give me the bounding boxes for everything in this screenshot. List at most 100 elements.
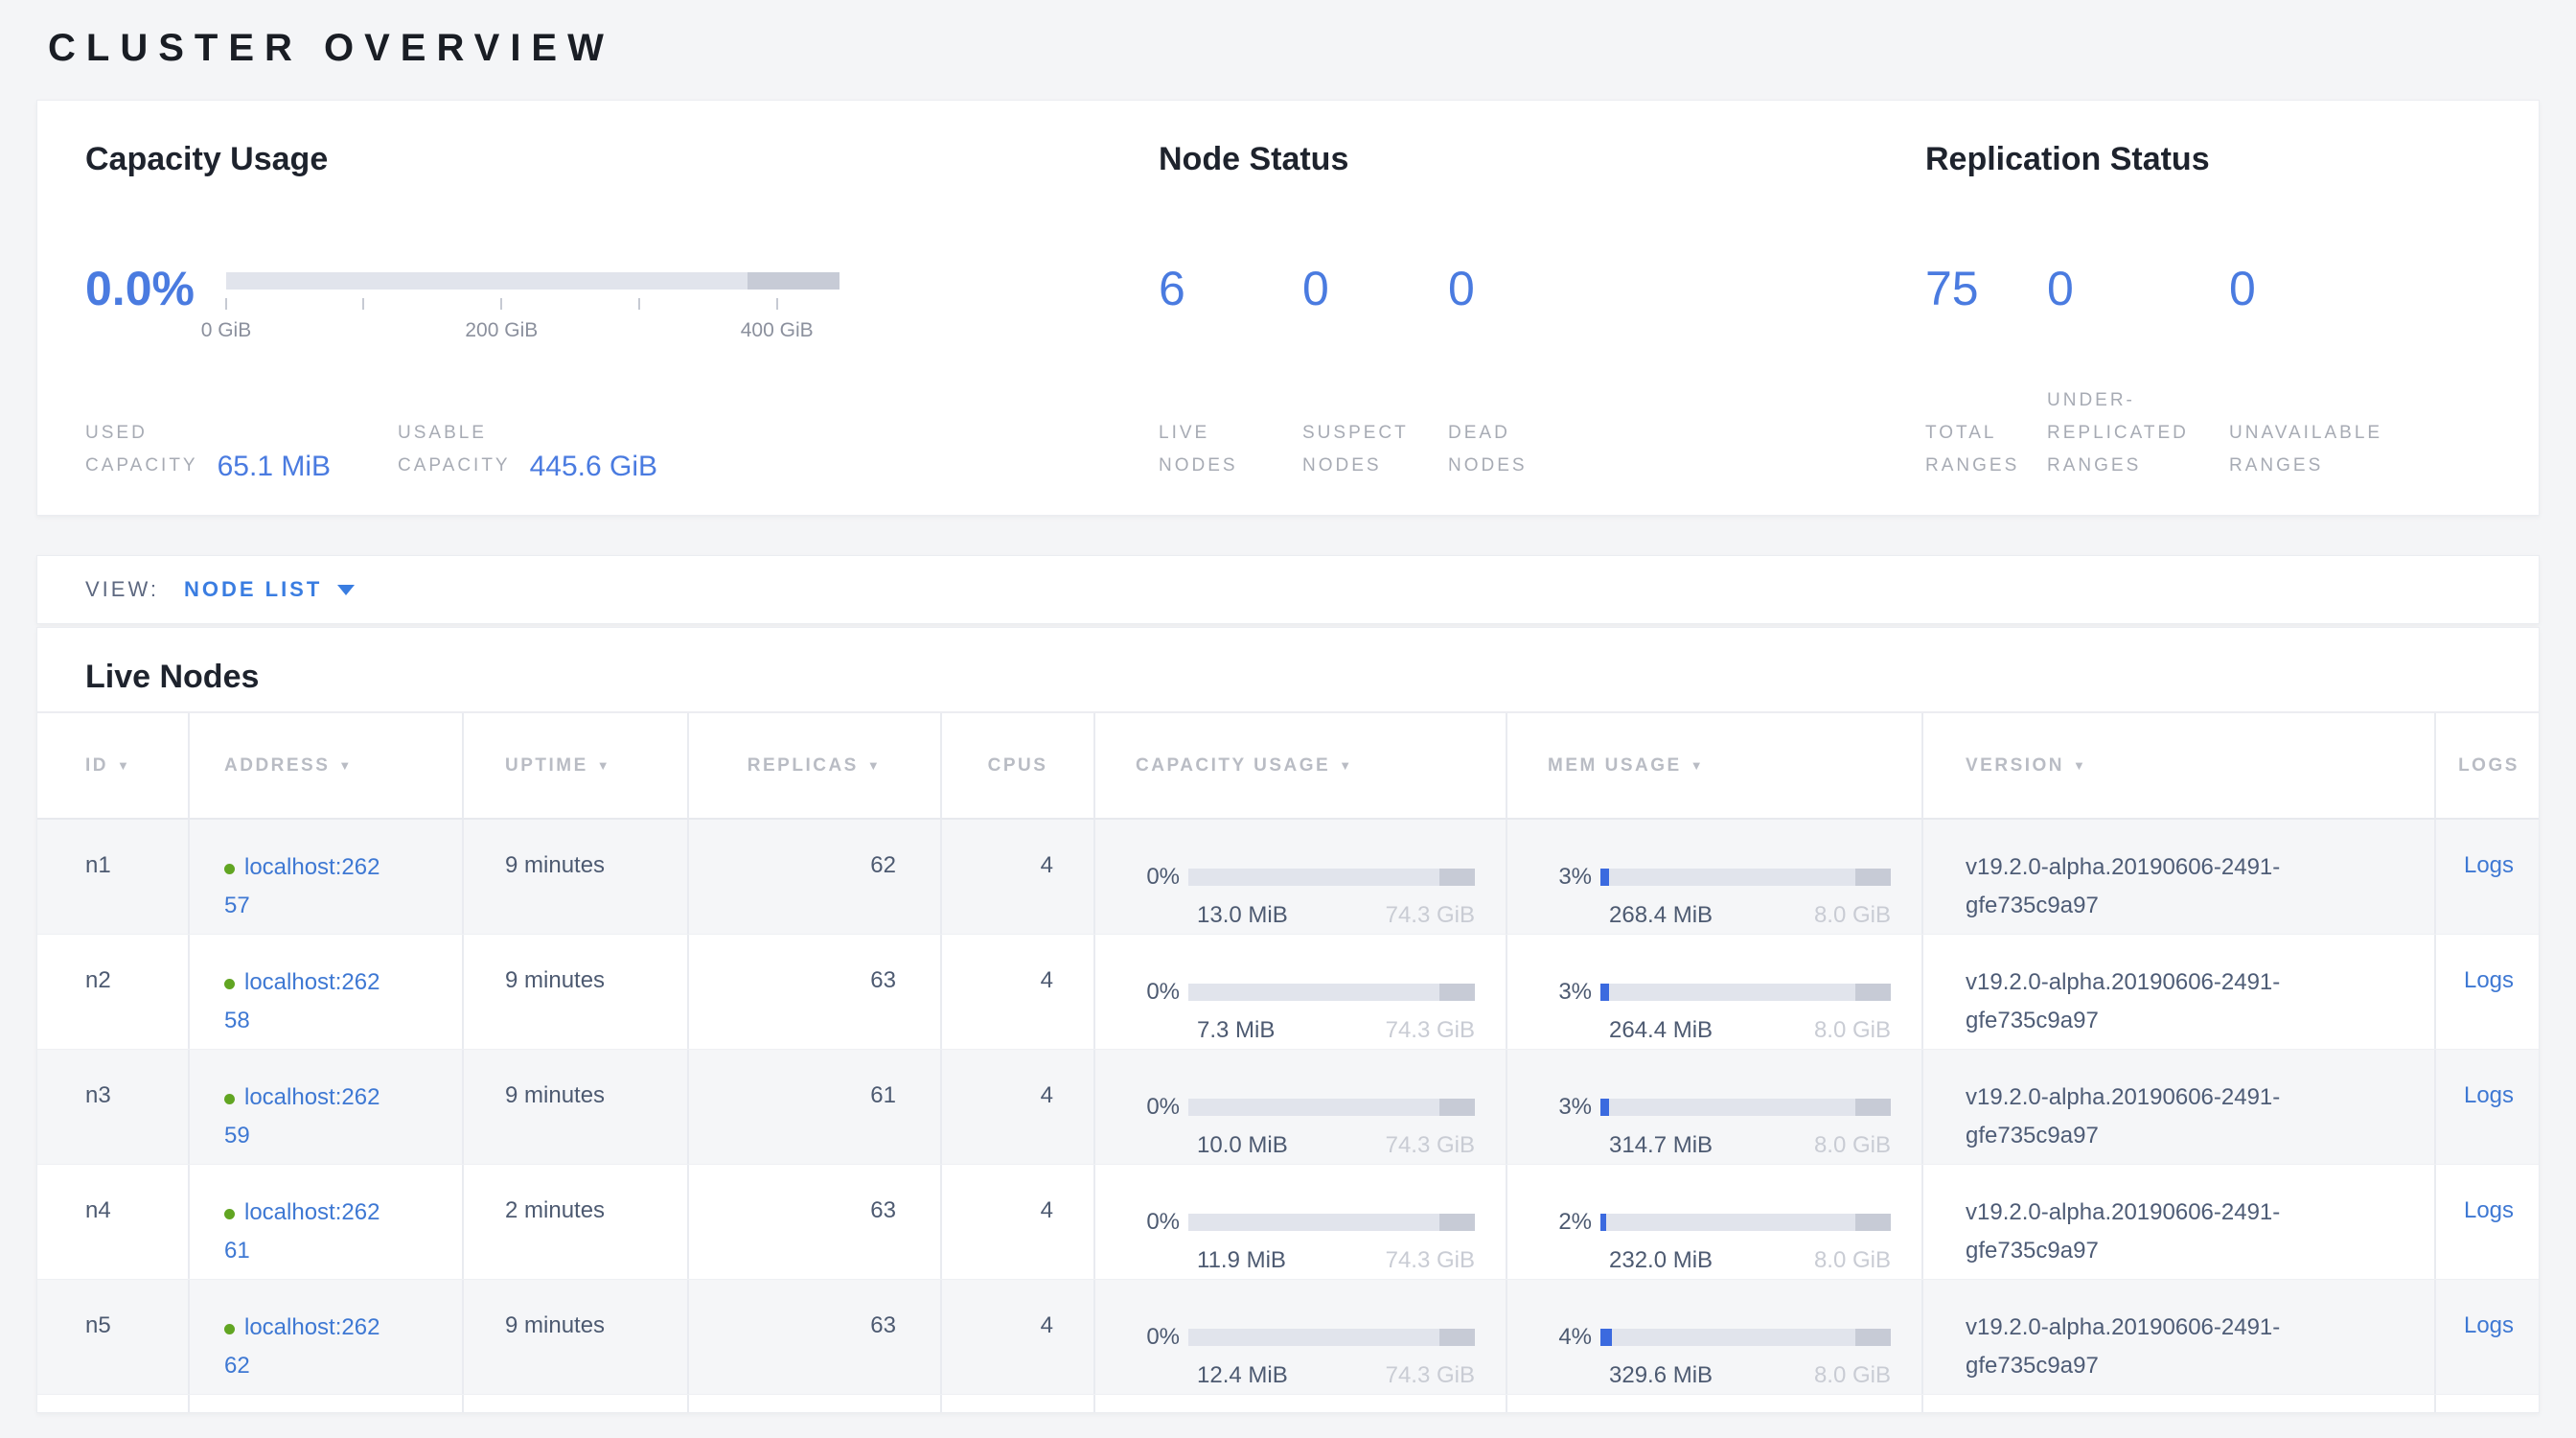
capacity-usage-section: Capacity Usage 0.0% 0 GiB200 GiB400 GiB …: [85, 139, 1120, 482]
capacity-gauge-bar: [226, 272, 840, 290]
mem-bar-endcap: [1855, 869, 1891, 886]
cell-logs: Logs: [2436, 1165, 2540, 1279]
column-header-label: UPTIME: [505, 755, 588, 777]
usable-capacity-label: USABLE CAPACITY: [398, 417, 511, 482]
cell-address: localhost:26262: [190, 1280, 464, 1394]
cell-uptime: 9 minutes: [464, 935, 689, 1049]
column-header-label: CPUS: [988, 755, 1048, 777]
mem-bar-endcap: [1855, 1329, 1891, 1346]
sort-arrow-icon: ▼: [117, 758, 131, 773]
page-title: CLUSTER OVERVIEW: [48, 25, 2576, 71]
dead-nodes-label: DEAD NODES: [1448, 417, 1528, 482]
sort-arrow-icon: ▼: [867, 758, 882, 773]
column-header-address[interactable]: ADDRESS▼: [190, 713, 464, 818]
mem-usage-bar: [1600, 1214, 1891, 1231]
address-link[interactable]: localhost:26258: [224, 969, 380, 1033]
unavailable-ranges-stat: 0 UNAVAILABLE RANGES: [2229, 264, 2382, 482]
capacity-usage-bar: [1188, 1214, 1475, 1231]
cell-node-id: n2: [37, 935, 190, 1049]
cell-node-id: n4: [37, 1165, 190, 1279]
dead-nodes-stat: 0 DEAD NODES: [1448, 264, 1528, 482]
view-dropdown[interactable]: NODE LIST: [184, 577, 355, 602]
column-header-version[interactable]: VERSION▼: [1923, 713, 2436, 818]
cell-mem-usage: 3% 268.4 MiB8.0 GiB: [1507, 820, 1923, 934]
used-capacity-value: 65.1 MiB: [218, 452, 331, 482]
live-node-status-icon: [224, 864, 235, 874]
overview-card: Capacity Usage 0.0% 0 GiB200 GiB400 GiB …: [36, 100, 2540, 516]
mem-usage-fill: [1600, 984, 1609, 1001]
logs-link[interactable]: Logs: [2464, 1197, 2514, 1223]
cell-capacity-usage: 0% 11.9 MiB74.3 GiB: [1095, 1165, 1507, 1279]
mem-usage-bar: [1600, 1329, 1891, 1346]
capacity-percent: 0.0%: [85, 264, 195, 313]
mem-bar-endcap: [1855, 1099, 1891, 1116]
mem-usage-fill: [1600, 869, 1609, 886]
address-link[interactable]: localhost:26261: [224, 1199, 380, 1264]
address-link[interactable]: localhost:26262: [224, 1314, 380, 1379]
logs-link[interactable]: Logs: [2464, 1312, 2514, 1338]
cell-version: v19.2.0-alpha.20190606-2491-gfe735c9a97: [1923, 1165, 2436, 1279]
logs-link[interactable]: Logs: [2464, 1082, 2514, 1108]
cell-uptime: 9 minutes: [464, 820, 689, 934]
node-status-title: Node Status: [1159, 139, 1897, 179]
cell-node-id: n1: [37, 820, 190, 934]
gauge-tick-label: 400 GiB: [741, 319, 814, 342]
replication-status-section: Replication Status 75 TOTAL RANGES 0 UND…: [1925, 139, 2539, 482]
cell-version: v19.2.0-alpha.20190606-2491-gfe735c9a97: [1923, 1050, 2436, 1164]
sort-arrow-icon: ▼: [1690, 758, 1705, 773]
mem-bar-endcap: [1855, 1214, 1891, 1231]
cell-address: localhost:26261: [190, 1165, 464, 1279]
table-row: n1 localhost:26257 9 minutes 62 4 0% 13.…: [37, 820, 2539, 935]
column-header-label: REPLICAS: [748, 755, 859, 777]
cell-node-id: n3: [37, 1050, 190, 1164]
chevron-down-icon: [337, 585, 355, 595]
cell-cpus: 4: [942, 1280, 1095, 1394]
total-ranges-count: 75: [1925, 264, 2047, 313]
cell-address: localhost:26257: [190, 820, 464, 934]
gauge-tick: [362, 298, 364, 310]
cell-capacity-usage: 0% 7.3 MiB74.3 GiB: [1095, 935, 1507, 1049]
cell-logs: Logs: [2436, 1050, 2540, 1164]
used-capacity-stat: USED CAPACITY 65.1 MiB: [85, 417, 331, 482]
table-row: n5 localhost:26262 9 minutes 63 4 0% 12.…: [37, 1280, 2539, 1395]
live-nodes-count: 6: [1159, 264, 1302, 313]
cell-cpus: 4: [942, 820, 1095, 934]
cell-replicas: 63: [689, 935, 942, 1049]
table-header-row: ID▼ADDRESS▼ UPTIME ▼ REPLICAS ▼ CPUS CAPACITY …: [37, 711, 2539, 820]
live-nodes-label: LIVE NODES: [1159, 417, 1302, 482]
capacity-usage-bar: [1188, 984, 1475, 1001]
column-header-capacity-usage[interactable]: CAPACITY USAGE▼: [1095, 713, 1507, 818]
logs-link[interactable]: Logs: [2464, 852, 2514, 878]
capacity-bar-endcap: [1439, 1329, 1475, 1346]
live-node-status-icon: [224, 979, 235, 989]
address-link[interactable]: localhost:26259: [224, 1084, 380, 1148]
capacity-bar-endcap: [1439, 1214, 1475, 1231]
sort-arrow-icon: ▼: [597, 758, 611, 773]
column-header-mem-usage[interactable]: MEM USAGE▼: [1507, 713, 1923, 818]
column-header-cpus: CPUS: [942, 713, 1095, 818]
replication-status-title: Replication Status: [1925, 139, 2539, 179]
view-label: VIEW:: [85, 577, 159, 602]
column-header-id[interactable]: ID▼: [37, 713, 190, 818]
usable-capacity-stat: USABLE CAPACITY 445.6 GiB: [398, 417, 657, 482]
column-header-replicas[interactable]: REPLICAS ▼: [689, 713, 942, 818]
address-link[interactable]: localhost:26257: [224, 854, 380, 918]
total-ranges-label: TOTAL RANGES: [1925, 417, 2047, 482]
gauge-tick-label: 200 GiB: [465, 319, 538, 342]
cell-version: v19.2.0-alpha.20190606-2491-gfe735c9a97: [1923, 935, 2436, 1049]
logs-link[interactable]: Logs: [2464, 967, 2514, 993]
capacity-usage-bar: [1188, 869, 1475, 886]
cell-mem-usage: 4% 329.6 MiB8.0 GiB: [1507, 1280, 1923, 1394]
cell-cpus: 4: [942, 935, 1095, 1049]
capacity-usage-title: Capacity Usage: [85, 139, 1120, 179]
mem-usage-fill: [1600, 1214, 1606, 1231]
sort-arrow-icon: ▼: [1339, 758, 1353, 773]
column-header-uptime[interactable]: UPTIME ▼: [464, 713, 689, 818]
mem-usage-bar: [1600, 869, 1891, 886]
cell-capacity-usage: 0% 10.0 MiB74.3 GiB: [1095, 1050, 1507, 1164]
under-replicated-ranges-stat: 0 UNDER- REPLICATED RANGES: [2047, 264, 2229, 482]
suspect-nodes-stat: 0 SUSPECT NODES: [1302, 264, 1448, 482]
cell-cpus: 4: [942, 1050, 1095, 1164]
capacity-gauge: 0.0% 0 GiB200 GiB400 GiB: [85, 264, 1120, 358]
table-row-partial: [37, 1395, 2539, 1413]
